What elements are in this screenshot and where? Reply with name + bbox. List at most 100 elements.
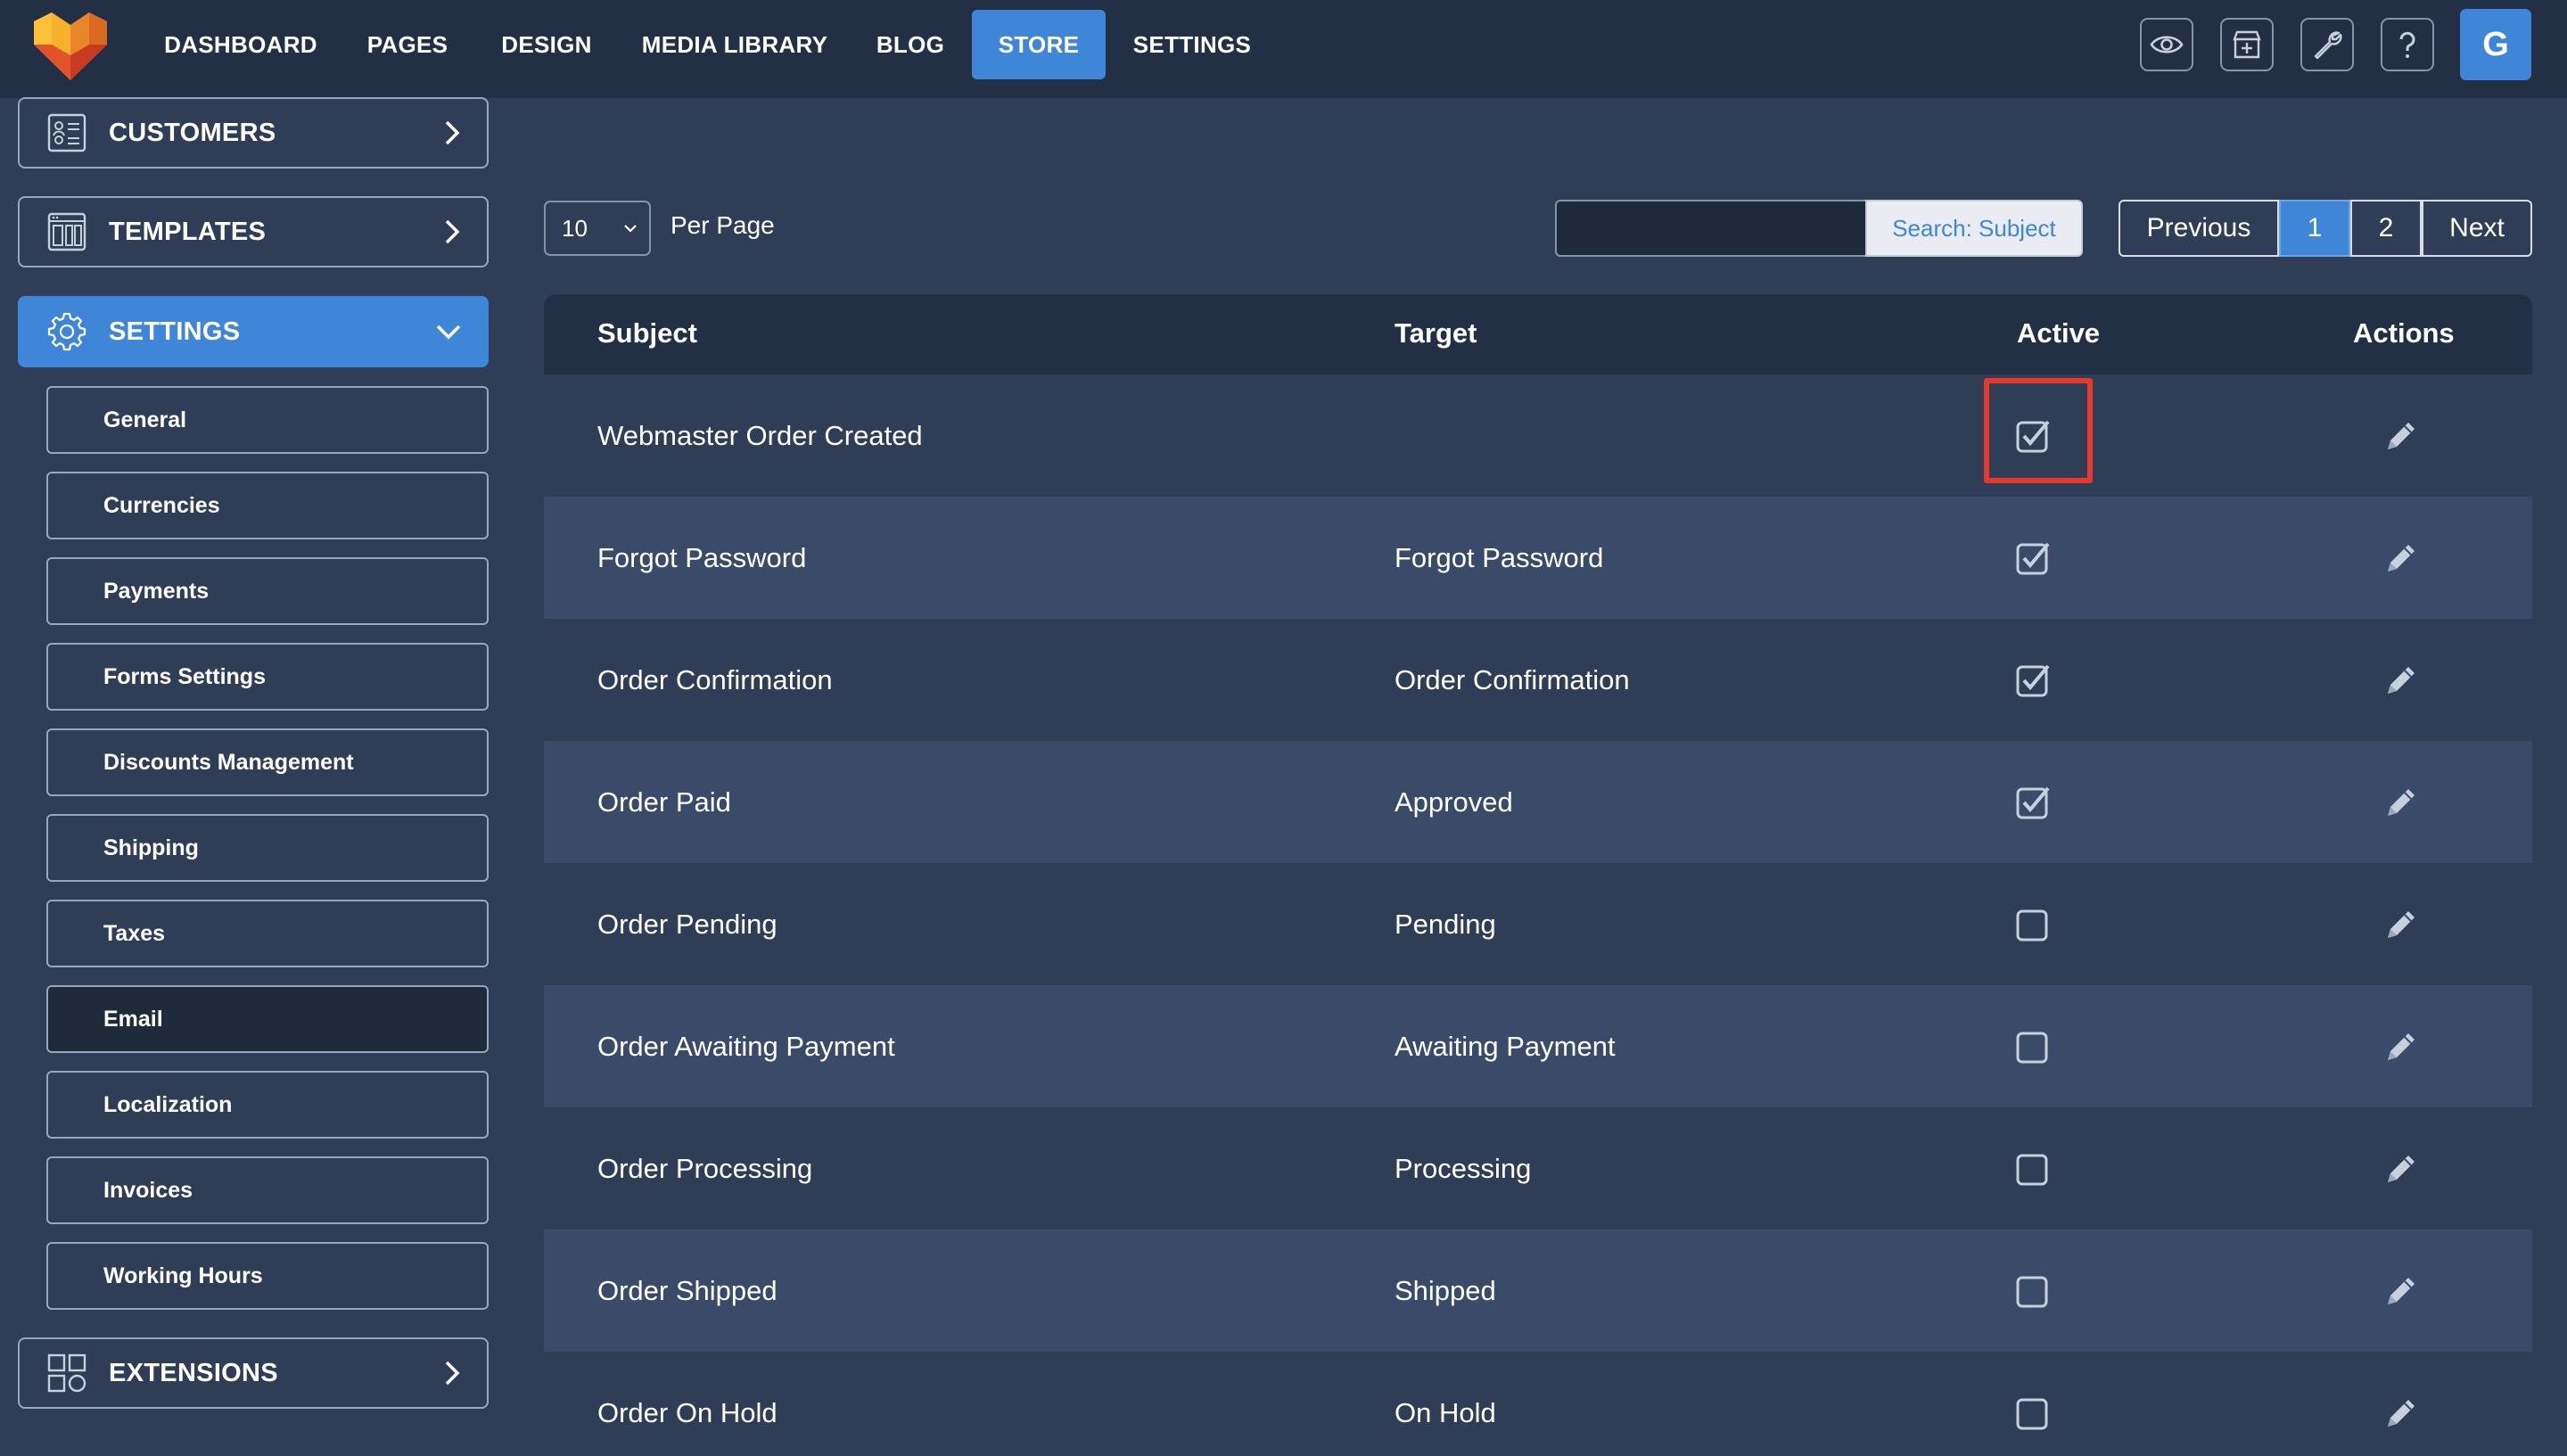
column-header-active[interactable]: Active (2017, 317, 2100, 350)
sidebar-item-general[interactable]: General (46, 386, 489, 454)
per-page-value: 10 (562, 214, 588, 242)
highlight-box (1984, 378, 2093, 483)
cell-subject: Webmaster Order Created (597, 419, 923, 451)
active-checkbox-unchecked[interactable] (2015, 1273, 2051, 1309)
contact-card-icon (47, 113, 86, 152)
pagination-page-2[interactable]: 2 (2350, 200, 2422, 257)
nav-dashboard[interactable]: DASHBOARD (160, 10, 321, 79)
sidebar-item-email[interactable]: Email (46, 985, 489, 1053)
sidebar-item-shipping[interactable]: Shipping (46, 814, 489, 882)
sidebar-templates-label: TEMPLATES (109, 217, 267, 246)
sidebar-item-label: Payments (103, 578, 210, 604)
active-checkbox-unchecked[interactable] (2015, 1029, 2051, 1065)
active-checkbox-checked[interactable] (2015, 785, 2051, 820)
sidebar-item-currencies[interactable]: Currencies (46, 472, 489, 539)
active-checkbox-unchecked[interactable] (2015, 907, 2051, 942)
column-header-target[interactable]: Target (1395, 317, 1477, 350)
pencil-icon[interactable] (2382, 906, 2420, 943)
sidebar-settings[interactable]: SETTINGS (18, 296, 489, 367)
sidebar-item-forms-settings[interactable]: Forms Settings (46, 643, 489, 711)
sidebar-settings-label: SETTINGS (109, 317, 241, 346)
preview-button[interactable] (2140, 18, 2193, 71)
table-row: Order Confirmation Order Confirmation (544, 619, 2532, 741)
sidebar-item-label: Currencies (103, 492, 220, 518)
pencil-icon[interactable] (2382, 539, 2420, 577)
nav-blog[interactable]: BLOG (866, 10, 955, 79)
cell-target: Processing (1395, 1152, 1532, 1184)
user-avatar[interactable]: G (2460, 9, 2531, 80)
app-logo-icon[interactable] (30, 9, 111, 84)
help-button[interactable] (2381, 18, 2434, 71)
sidebar-item-discounts-management[interactable]: Discounts Management (46, 728, 489, 796)
cell-target: On Hold (1395, 1396, 1496, 1428)
wrench-icon (2314, 31, 2342, 60)
extensions-grid-icon (47, 1353, 86, 1393)
nav-settings[interactable]: SETTINGS (1125, 10, 1259, 79)
tools-button[interactable] (2300, 18, 2354, 71)
sidebar-customers[interactable]: CUSTOMERS (18, 97, 489, 169)
sidebar-item-label: Shipping (103, 835, 199, 860)
sidebar-item-payments[interactable]: Payments (46, 557, 489, 625)
sidebar-item-label: Forms Settings (103, 663, 266, 689)
pencil-icon[interactable] (2382, 1028, 2420, 1065)
table-row: Webmaster Order Created (544, 374, 2532, 497)
chevron-right-icon (445, 120, 460, 145)
pencil-icon[interactable] (2382, 784, 2420, 821)
pencil-icon[interactable] (2382, 1150, 2420, 1188)
nav-design[interactable]: DESIGN (491, 10, 602, 79)
nav-pages[interactable]: PAGES (357, 10, 458, 79)
sidebar-item-label: Discounts Management (103, 749, 354, 775)
pagination-page-1[interactable]: 1 (2279, 200, 2350, 257)
sidebar-templates[interactable]: TEMPLATES (18, 196, 489, 267)
search-subject-button[interactable]: Search: Subject (1865, 200, 2083, 257)
sidebar-item-invoices[interactable]: Invoices (46, 1156, 489, 1224)
cell-subject: Order Awaiting Payment (597, 1030, 895, 1062)
cell-target: Awaiting Payment (1395, 1030, 1616, 1062)
top-navigation-bar: DASHBOARD PAGES DESIGN MEDIA LIBRARY BLO… (0, 0, 2567, 98)
table-row: Order Processing Processing (544, 1107, 2532, 1230)
column-header-subject[interactable]: Subject (597, 317, 697, 350)
sidebar-item-label: Email (103, 1006, 163, 1032)
search-input[interactable] (1555, 200, 1865, 257)
sidebar-customers-label: CUSTOMERS (109, 118, 276, 147)
pagination-previous[interactable]: Previous (2119, 200, 2279, 257)
gear-icon (47, 312, 86, 351)
active-checkbox-unchecked[interactable] (2015, 1395, 2051, 1431)
sidebar-item-taxes[interactable]: Taxes (46, 900, 489, 967)
chevron-down-icon (624, 225, 637, 233)
active-checkbox-checked[interactable] (2015, 540, 2051, 576)
email-templates-table: Subject Target Active Actions Webmaster … (544, 294, 2532, 1456)
sidebar-item-label: Taxes (103, 920, 166, 946)
sidebar-item-working-hours[interactable]: Working Hours (46, 1242, 489, 1310)
cell-target: Order Confirmation (1395, 663, 1630, 695)
sidebar-item-label: General (103, 407, 187, 432)
cell-target: Pending (1395, 908, 1496, 940)
pagination-next[interactable]: Next (2422, 200, 2532, 257)
cell-subject: Order On Hold (597, 1396, 778, 1428)
pencil-icon[interactable] (2382, 662, 2420, 699)
cell-subject: Order Paid (597, 786, 731, 818)
sidebar-extensions[interactable]: EXTENSIONS (18, 1337, 489, 1409)
nav-store[interactable]: STORE (972, 10, 1106, 79)
cell-subject: Order Confirmation (597, 663, 833, 695)
chevron-down-icon (436, 325, 461, 340)
pencil-icon[interactable] (2382, 1272, 2420, 1310)
column-header-actions: Actions (2353, 317, 2455, 349)
sidebar-item-localization[interactable]: Localization (46, 1071, 489, 1139)
help-icon (2399, 31, 2415, 58)
sidebar-item-label: Localization (103, 1091, 233, 1117)
cell-target: Shipped (1395, 1274, 1496, 1306)
active-checkbox-unchecked[interactable] (2015, 1151, 2051, 1187)
per-page-select[interactable]: 10 (544, 201, 651, 256)
cell-subject: Order Pending (597, 908, 778, 940)
table-row: Order Awaiting Payment Awaiting Payment (544, 985, 2532, 1107)
active-checkbox-checked[interactable] (2015, 662, 2051, 698)
store-add-button[interactable] (2220, 18, 2274, 71)
cell-subject: Order Shipped (597, 1274, 778, 1306)
cell-target: Approved (1395, 786, 1513, 818)
nav-media-library[interactable]: MEDIA LIBRARY (638, 10, 832, 79)
table-row: Order Paid Approved (544, 741, 2532, 863)
pencil-icon[interactable] (2382, 417, 2420, 455)
per-page-label: Per Page (671, 211, 775, 239)
pencil-icon[interactable] (2382, 1394, 2420, 1432)
